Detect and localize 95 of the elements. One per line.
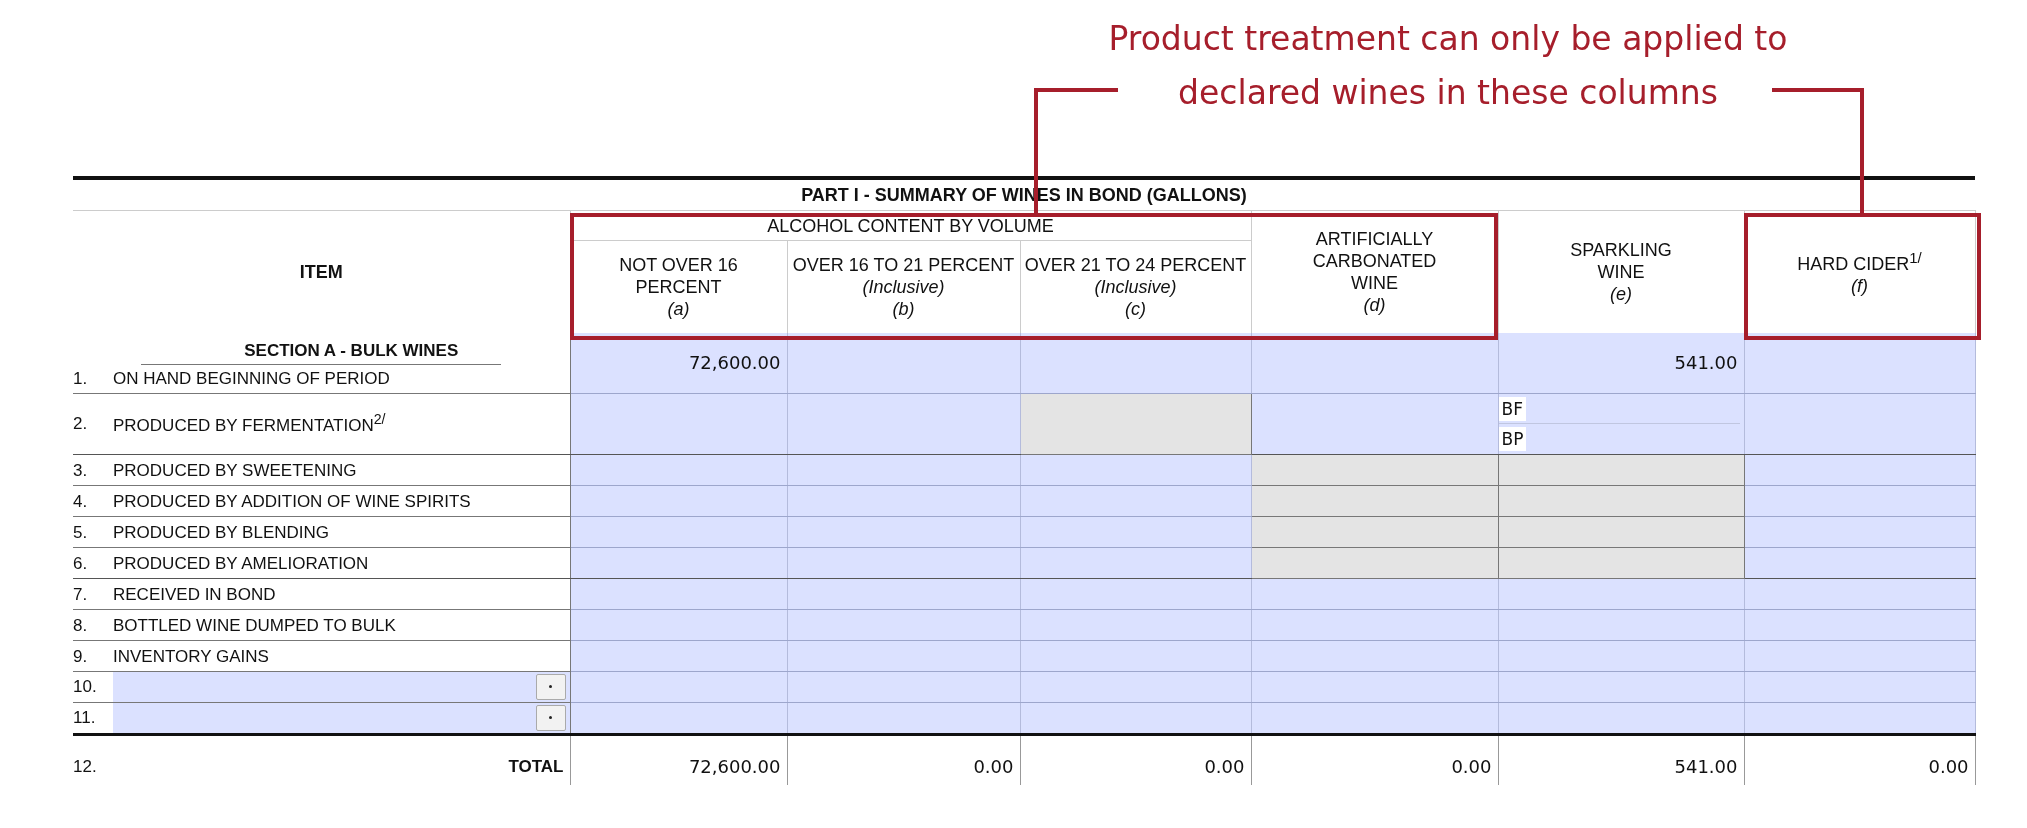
total-value: 0.00 [973,756,1014,777]
input-field[interactable] [1020,547,1251,578]
input-field[interactable] [1020,609,1251,640]
row-number: 5. [73,522,89,543]
input-field[interactable] [1744,609,1976,640]
input-field[interactable] [787,333,1020,393]
input-field[interactable] [570,393,787,454]
input-field[interactable] [787,547,1020,578]
input-field[interactable] [1744,485,1976,516]
input-field[interactable] [570,640,787,671]
input-field[interactable] [787,640,1020,671]
input-field[interactable] [1744,702,1976,734]
input-field[interactable] [570,454,787,485]
row-number: 6. [73,553,89,574]
row-label: ON HAND BEGINNING OF PERIOD [113,368,390,389]
input-field[interactable] [787,454,1020,485]
input-field[interactable] [787,702,1020,734]
input-field[interactable]: BP [1498,424,1740,453]
input-field[interactable] [570,609,787,640]
column-header: ITEM [73,210,570,333]
input-field[interactable] [787,393,1020,454]
row-label: BOTTLED WINE DUMPED TO BULK [113,615,396,636]
total-value: 0.00 [1204,756,1245,777]
total-value: 0.00 [1451,756,1492,777]
row-number: 8. [73,615,89,636]
total-value: 541.00 [1674,756,1738,777]
input-field[interactable] [570,516,787,547]
input-field[interactable] [1020,485,1251,516]
row-label: RECEIVED IN BOND [113,584,276,605]
input-field[interactable]: 541.00 [1498,333,1744,393]
input-field[interactable] [787,516,1020,547]
total-value: 72,600.00 [688,756,781,777]
input-field[interactable] [1498,671,1744,702]
input-field[interactable] [1251,702,1498,734]
input-field[interactable] [1251,393,1498,454]
input-field[interactable]: BF [1498,394,1740,424]
input-field[interactable] [1498,578,1744,609]
input-field[interactable] [1020,640,1251,671]
input-field[interactable] [1251,640,1498,671]
input-field[interactable] [787,609,1020,640]
row-label: PRODUCED BY ADDITION OF WINE SPIRITS [113,491,471,512]
input-field[interactable] [787,671,1020,702]
row-number: 9. [73,646,89,667]
input-field[interactable] [1020,578,1251,609]
input-field[interactable] [1744,547,1976,578]
input-field[interactable] [1498,609,1744,640]
input-field[interactable] [1498,702,1744,734]
input-field[interactable] [1498,640,1744,671]
row-label: INVENTORY GAINS [113,646,269,667]
row-number: 1. [73,368,89,389]
input-field[interactable] [1020,333,1251,393]
input-field[interactable] [570,547,787,578]
row-number: 4. [73,491,89,512]
row-label: PRODUCED BY BLENDING [113,522,329,543]
column-group-header: ALCOHOL CONTENT BY VOLUME [570,210,1251,241]
row-label: TOTAL [508,757,564,777]
input-field[interactable] [1744,578,1976,609]
row-number: 12. [73,757,98,777]
input-field[interactable]: 72,600.00 [570,333,787,393]
input-field[interactable] [570,485,787,516]
row-number: 11. [73,707,97,728]
dot-icon [549,685,552,688]
total-value: 0.00 [1928,756,1969,777]
input-field[interactable] [570,702,787,734]
input-field[interactable] [113,671,570,702]
input-field[interactable] [570,671,787,702]
dot-button[interactable] [535,673,566,700]
input-field[interactable] [1251,578,1498,609]
input-field[interactable] [1020,516,1251,547]
input-field[interactable] [787,485,1020,516]
row-number: 10. [73,676,98,697]
dot-icon [549,716,552,719]
input-field[interactable] [1744,671,1976,702]
input-field[interactable] [1744,640,1976,671]
input-field[interactable] [113,702,570,733]
row-label: PRODUCED BY FERMENTATION$^{2/}$ [113,411,386,436]
input-field[interactable] [570,578,787,609]
input-field[interactable] [1744,516,1976,547]
dot-button[interactable] [535,704,566,731]
row-label: PRODUCED BY SWEETENING [113,460,357,481]
input-field[interactable] [1020,671,1251,702]
input-field[interactable] [1020,454,1251,485]
input-field[interactable] [1251,333,1498,393]
row-number: 3. [73,460,89,481]
row-label: PRODUCED BY AMELIORATION [113,553,369,574]
input-field[interactable] [1744,393,1976,454]
input-field[interactable] [1744,454,1976,485]
row-number: 7. [73,584,89,605]
input-field[interactable] [1251,671,1498,702]
section-heading: SECTION A - BULK WINES [141,337,502,365]
input-field[interactable] [1020,702,1251,734]
input-field[interactable] [1744,333,1976,393]
input-field[interactable] [787,578,1020,609]
row-number: 2. [73,413,89,434]
input-field[interactable] [1251,609,1498,640]
